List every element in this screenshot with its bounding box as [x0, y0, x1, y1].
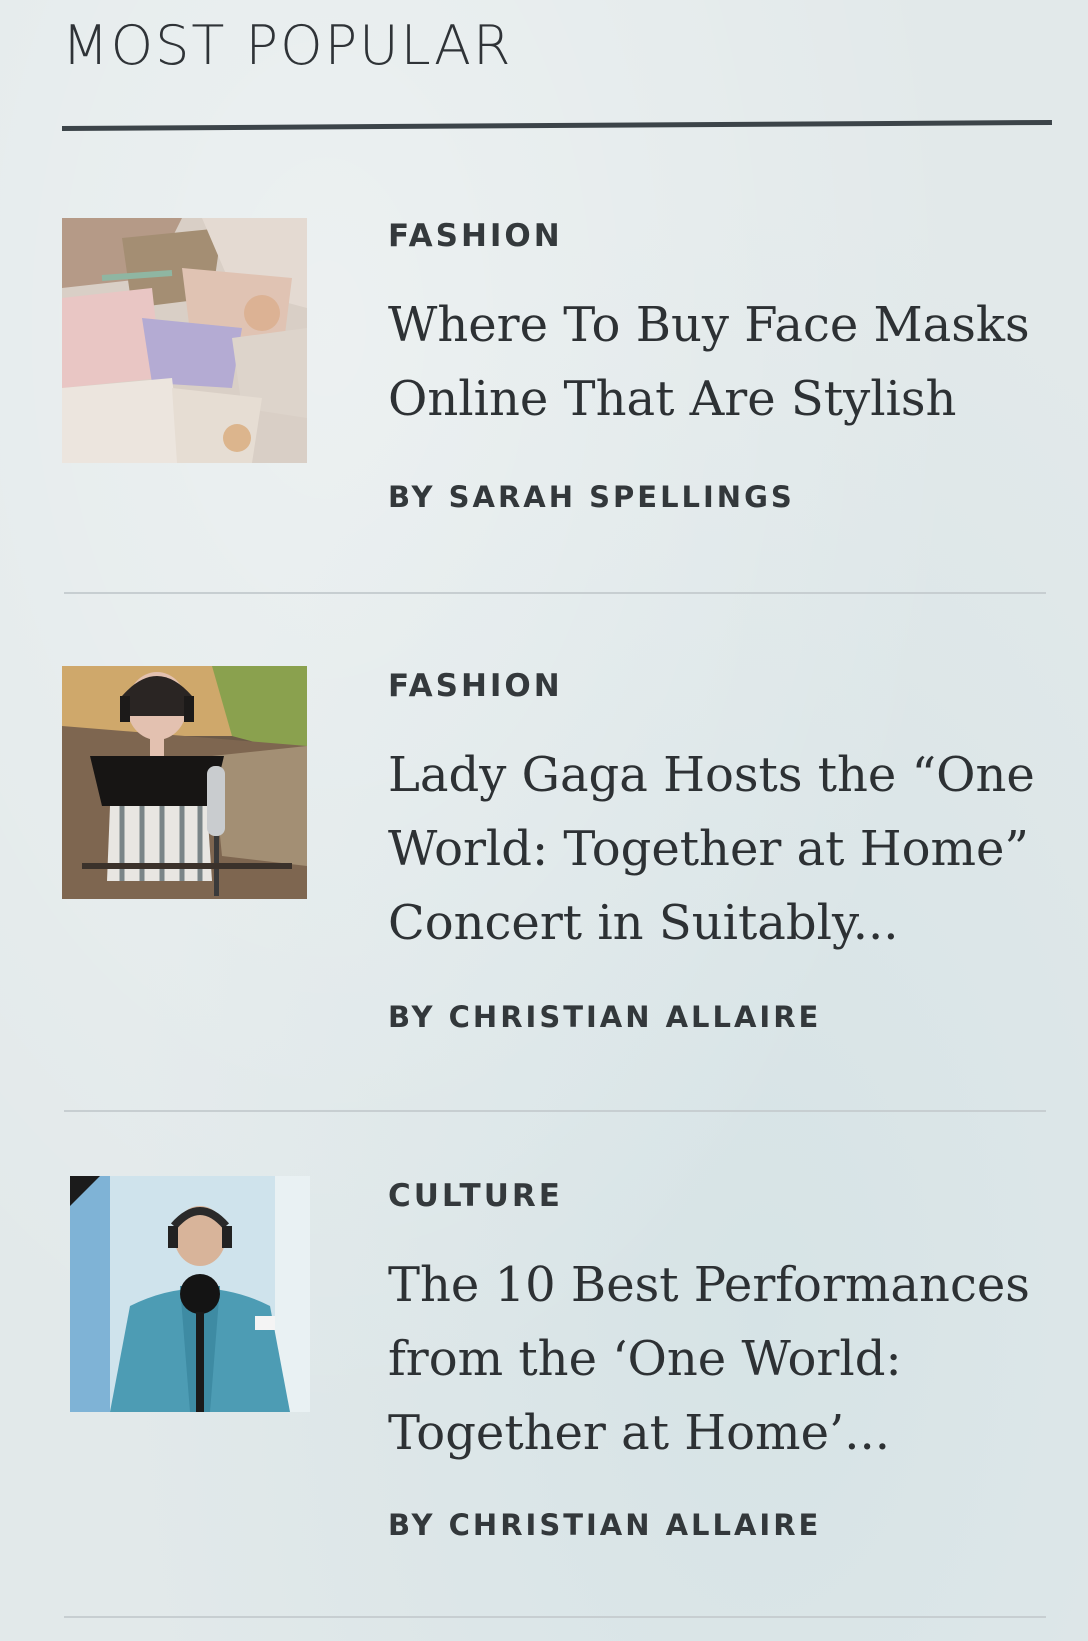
- byline-prefix: BY: [388, 1508, 436, 1542]
- article-author[interactable]: SARAH SPELLINGS: [449, 480, 795, 514]
- byline-prefix: BY: [388, 1000, 436, 1034]
- article-divider: [64, 1110, 1046, 1112]
- article-category[interactable]: FASHION: [388, 668, 563, 704]
- article-byline: BY CHRISTIAN ALLAIRE: [388, 1000, 821, 1034]
- article-author[interactable]: CHRISTIAN ALLAIRE: [449, 1000, 822, 1034]
- article-headline[interactable]: Lady Gaga Hosts the “One World: Together…: [388, 738, 1048, 960]
- article-divider: [64, 1616, 1046, 1618]
- byline-prefix: BY: [388, 480, 436, 514]
- article-thumbnail-performer[interactable]: [70, 1176, 310, 1412]
- article-category[interactable]: FASHION: [388, 218, 563, 254]
- article-byline: BY SARAH SPELLINGS: [388, 480, 795, 514]
- article-thumbnail-lady-gaga[interactable]: [62, 666, 307, 899]
- article-category[interactable]: CULTURE: [388, 1178, 563, 1214]
- article-divider: [64, 592, 1046, 594]
- section-title-rule: [61, 119, 1052, 131]
- article-byline: BY CHRISTIAN ALLAIRE: [388, 1508, 821, 1542]
- article-author[interactable]: CHRISTIAN ALLAIRE: [449, 1508, 822, 1542]
- article-headline[interactable]: The 10 Best Performances from the ‘One W…: [388, 1248, 1048, 1470]
- article-thumbnail-face-masks[interactable]: [62, 218, 307, 463]
- section-title: MOST POPULAR: [62, 14, 513, 77]
- article-headline[interactable]: Where To Buy Face Masks Online That Are …: [388, 288, 1048, 436]
